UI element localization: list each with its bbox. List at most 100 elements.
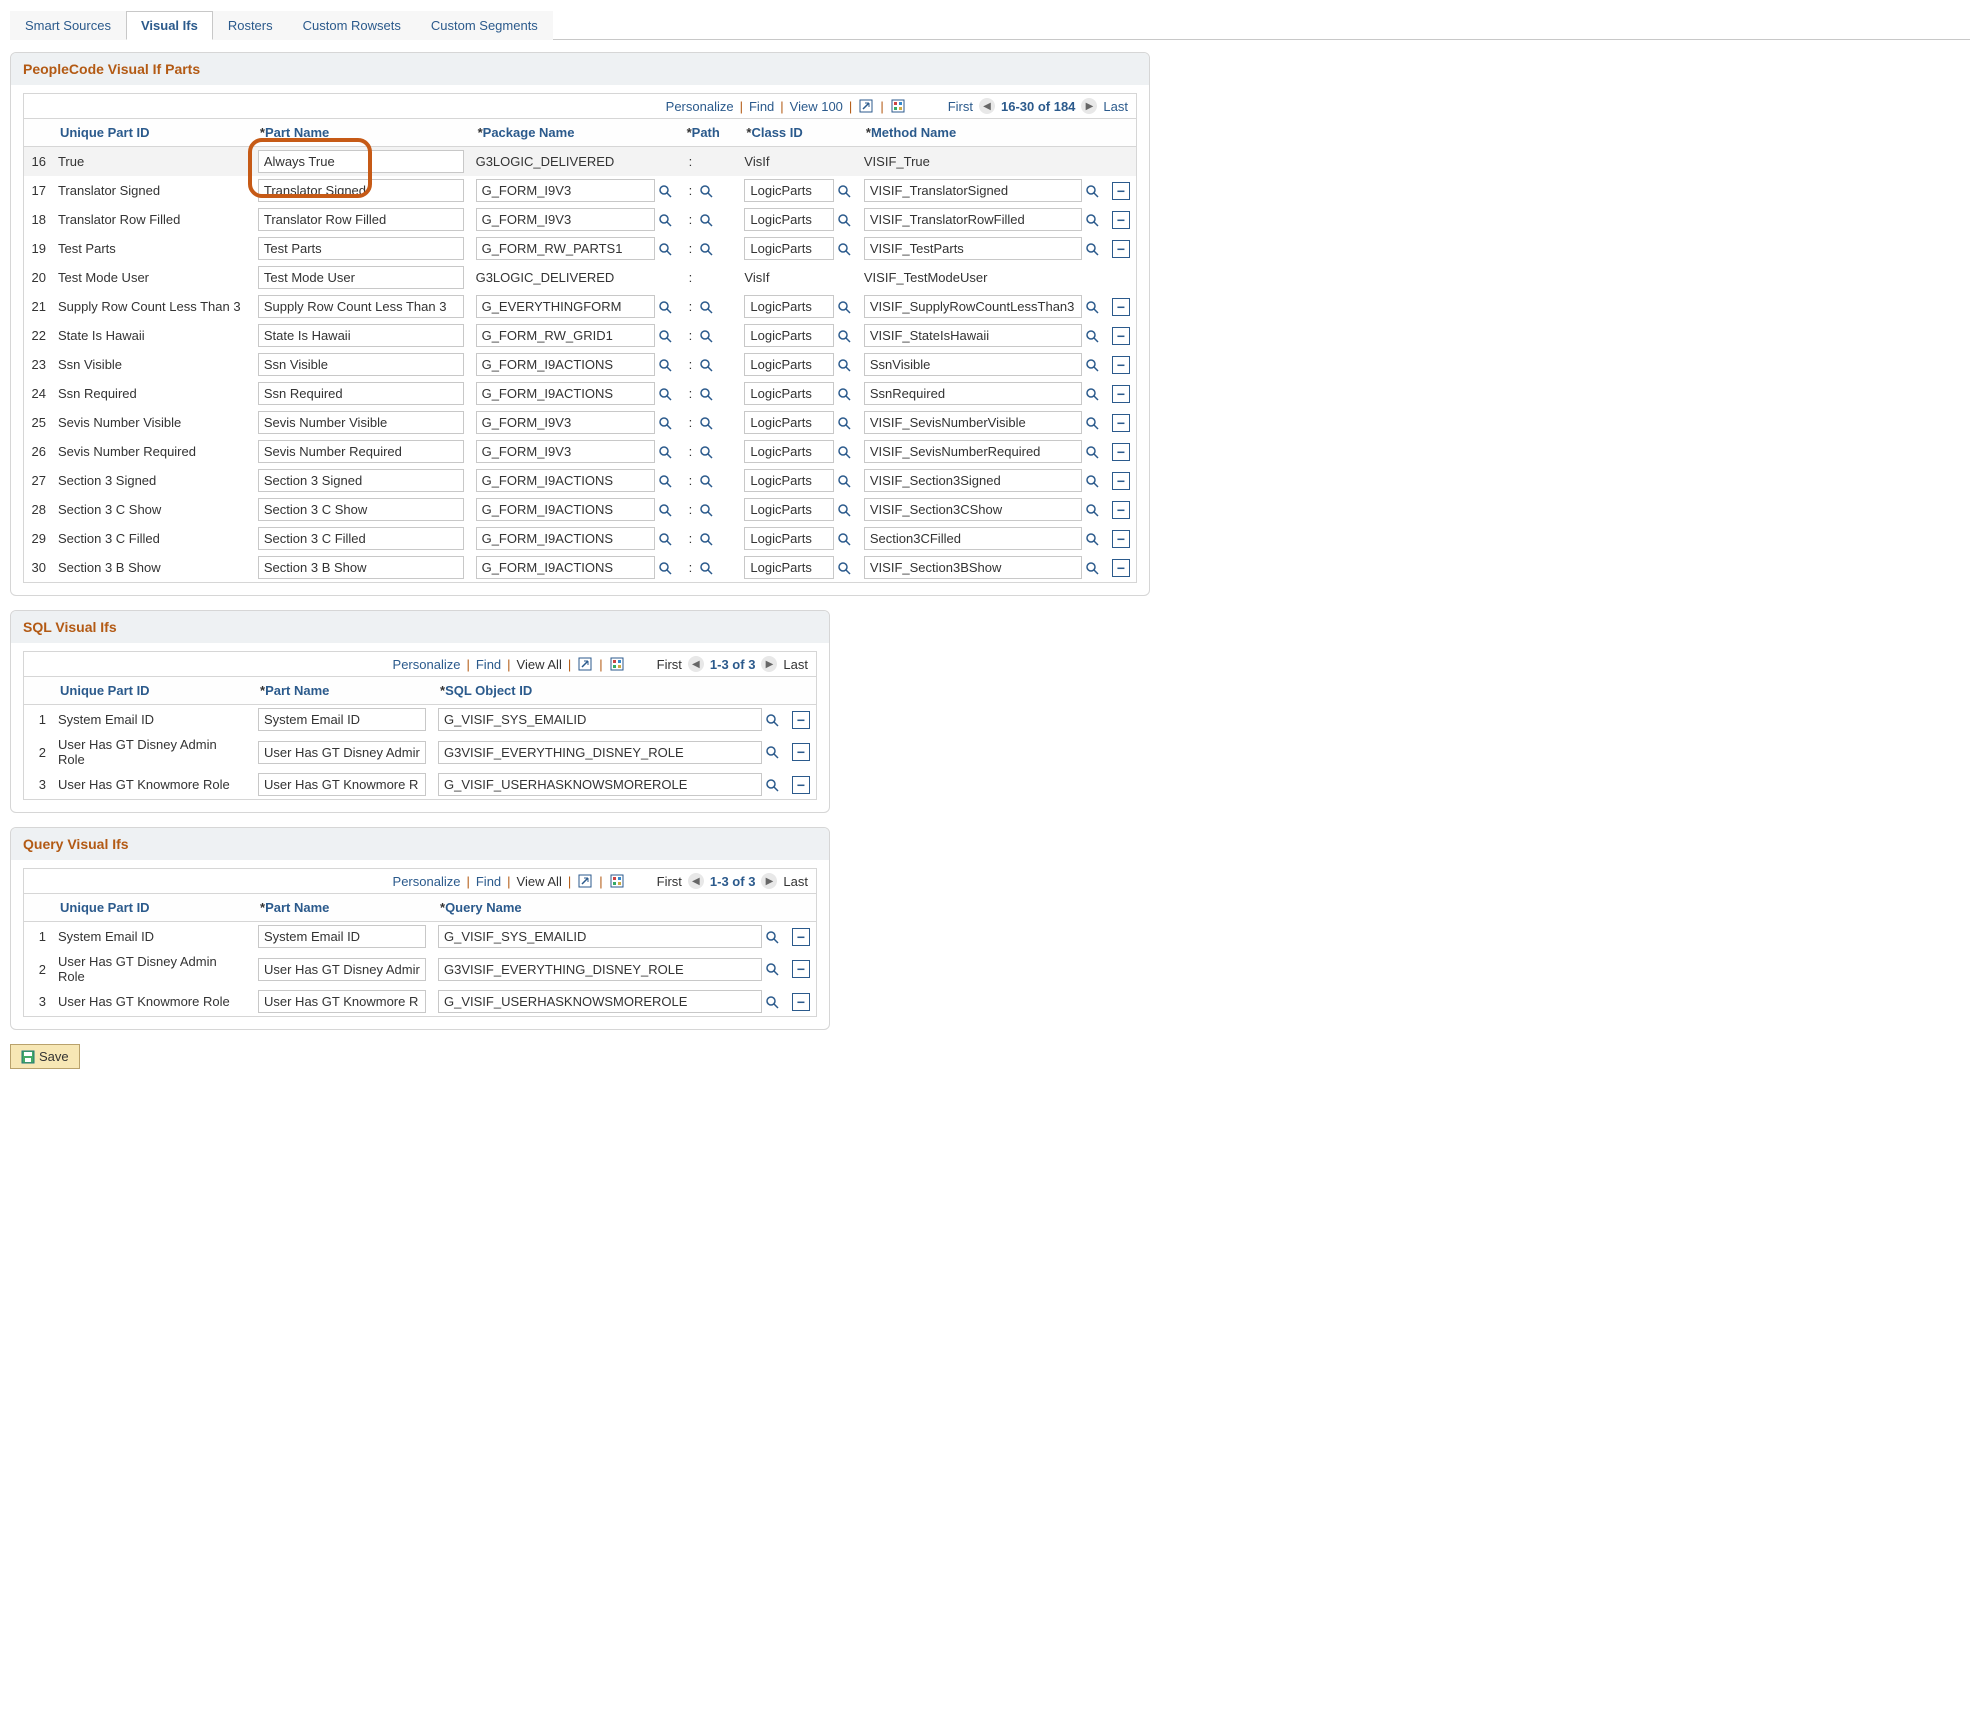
- lookup-icon[interactable]: [698, 473, 714, 489]
- method-name-input[interactable]: [864, 556, 1082, 579]
- method-name-input[interactable]: [864, 382, 1082, 405]
- tab-smart-sources[interactable]: Smart Sources: [10, 11, 126, 40]
- lookup-icon[interactable]: [836, 212, 852, 228]
- tab-visual-ifs[interactable]: Visual Ifs: [126, 11, 213, 40]
- save-button[interactable]: Save: [10, 1044, 80, 1069]
- lookup-icon[interactable]: [1084, 328, 1100, 344]
- class-id-input[interactable]: [744, 498, 833, 521]
- method-name-input[interactable]: [864, 295, 1082, 318]
- method-name-input[interactable]: [864, 324, 1082, 347]
- link-personalize[interactable]: Personalize: [393, 657, 461, 672]
- nav-next-icon[interactable]: ▶: [761, 656, 777, 672]
- part-name-input[interactable]: [258, 741, 426, 764]
- delete-row-button[interactable]: −: [1112, 472, 1130, 490]
- zoom-icon[interactable]: [858, 98, 874, 114]
- col-class-id[interactable]: *Class ID: [738, 119, 857, 147]
- lookup-icon[interactable]: [1084, 183, 1100, 199]
- lookup-icon[interactable]: [1084, 531, 1100, 547]
- lookup-icon[interactable]: [1084, 241, 1100, 257]
- lookup-icon[interactable]: [1084, 299, 1100, 315]
- lookup-icon[interactable]: [836, 328, 852, 344]
- lookup-icon[interactable]: [836, 299, 852, 315]
- class-id-input[interactable]: [744, 527, 833, 550]
- lookup-icon[interactable]: [1084, 357, 1100, 373]
- lookup-icon[interactable]: [657, 212, 673, 228]
- class-id-input[interactable]: [744, 411, 833, 434]
- col-part-name[interactable]: *Part Name: [252, 119, 470, 147]
- part-name-input[interactable]: [258, 498, 464, 521]
- lookup-icon[interactable]: [764, 712, 780, 728]
- col-method-name[interactable]: *Method Name: [858, 119, 1106, 147]
- method-name-input[interactable]: [864, 208, 1082, 231]
- part-name-input[interactable]: [258, 958, 426, 981]
- delete-row-button[interactable]: −: [1112, 211, 1130, 229]
- lookup-icon[interactable]: [836, 473, 852, 489]
- lookup-icon[interactable]: [1084, 386, 1100, 402]
- method-name-input[interactable]: [864, 527, 1082, 550]
- col-part-name[interactable]: *Part Name: [252, 894, 432, 922]
- nav-prev-icon[interactable]: ◀: [688, 873, 704, 889]
- lookup-icon[interactable]: [698, 386, 714, 402]
- part-name-input[interactable]: [258, 527, 464, 550]
- lookup-icon[interactable]: [657, 386, 673, 402]
- delete-row-button[interactable]: −: [792, 960, 810, 978]
- class-id-input[interactable]: [744, 295, 833, 318]
- tab-custom-rowsets[interactable]: Custom Rowsets: [288, 11, 416, 40]
- package-name-input[interactable]: [476, 179, 655, 202]
- delete-row-button[interactable]: −: [1112, 298, 1130, 316]
- lookup-icon[interactable]: [836, 357, 852, 373]
- col-unique-part-id[interactable]: Unique Part ID: [52, 677, 252, 705]
- delete-row-button[interactable]: −: [1112, 530, 1130, 548]
- link-personalize[interactable]: Personalize: [393, 874, 461, 889]
- delete-row-button[interactable]: −: [792, 776, 810, 794]
- delete-row-button[interactable]: −: [1112, 385, 1130, 403]
- delete-row-button[interactable]: −: [1112, 559, 1130, 577]
- lookup-icon[interactable]: [657, 531, 673, 547]
- zoom-icon[interactable]: [577, 873, 593, 889]
- package-name-input[interactable]: [476, 440, 655, 463]
- delete-row-button[interactable]: −: [1112, 501, 1130, 519]
- zoom-icon[interactable]: [577, 656, 593, 672]
- object-id-input[interactable]: [438, 773, 762, 796]
- method-name-input[interactable]: [864, 411, 1082, 434]
- lookup-icon[interactable]: [836, 444, 852, 460]
- part-name-input[interactable]: [258, 411, 464, 434]
- method-name-input[interactable]: [864, 237, 1082, 260]
- lookup-icon[interactable]: [764, 744, 780, 760]
- object-id-input[interactable]: [438, 708, 762, 731]
- lookup-icon[interactable]: [764, 777, 780, 793]
- class-id-input[interactable]: [744, 556, 833, 579]
- part-name-input[interactable]: [258, 295, 464, 318]
- lookup-icon[interactable]: [1084, 560, 1100, 576]
- lookup-icon[interactable]: [764, 929, 780, 945]
- method-name-input[interactable]: [864, 179, 1082, 202]
- nav-last[interactable]: Last: [1103, 99, 1128, 114]
- class-id-input[interactable]: [744, 469, 833, 492]
- part-name-input[interactable]: [258, 324, 464, 347]
- lookup-icon[interactable]: [657, 328, 673, 344]
- lookup-icon[interactable]: [836, 502, 852, 518]
- delete-row-button[interactable]: −: [792, 928, 810, 946]
- lookup-icon[interactable]: [836, 531, 852, 547]
- part-name-input[interactable]: [258, 208, 464, 231]
- tab-custom-segments[interactable]: Custom Segments: [416, 11, 553, 40]
- method-name-input[interactable]: [864, 353, 1082, 376]
- link-find[interactable]: Find: [476, 657, 501, 672]
- lookup-icon[interactable]: [657, 357, 673, 373]
- delete-row-button[interactable]: −: [1112, 327, 1130, 345]
- method-name-input[interactable]: [864, 498, 1082, 521]
- lookup-icon[interactable]: [1084, 415, 1100, 431]
- class-id-input[interactable]: [744, 353, 833, 376]
- lookup-icon[interactable]: [698, 328, 714, 344]
- lookup-icon[interactable]: [1084, 502, 1100, 518]
- lookup-icon[interactable]: [1084, 444, 1100, 460]
- part-name-input[interactable]: [258, 925, 426, 948]
- col-path[interactable]: *Path: [679, 119, 739, 147]
- lookup-icon[interactable]: [698, 415, 714, 431]
- class-id-input[interactable]: [744, 179, 833, 202]
- package-name-input[interactable]: [476, 324, 655, 347]
- package-name-input[interactable]: [476, 295, 655, 318]
- lookup-icon[interactable]: [657, 502, 673, 518]
- part-name-input[interactable]: [258, 237, 464, 260]
- part-name-input[interactable]: [258, 179, 464, 202]
